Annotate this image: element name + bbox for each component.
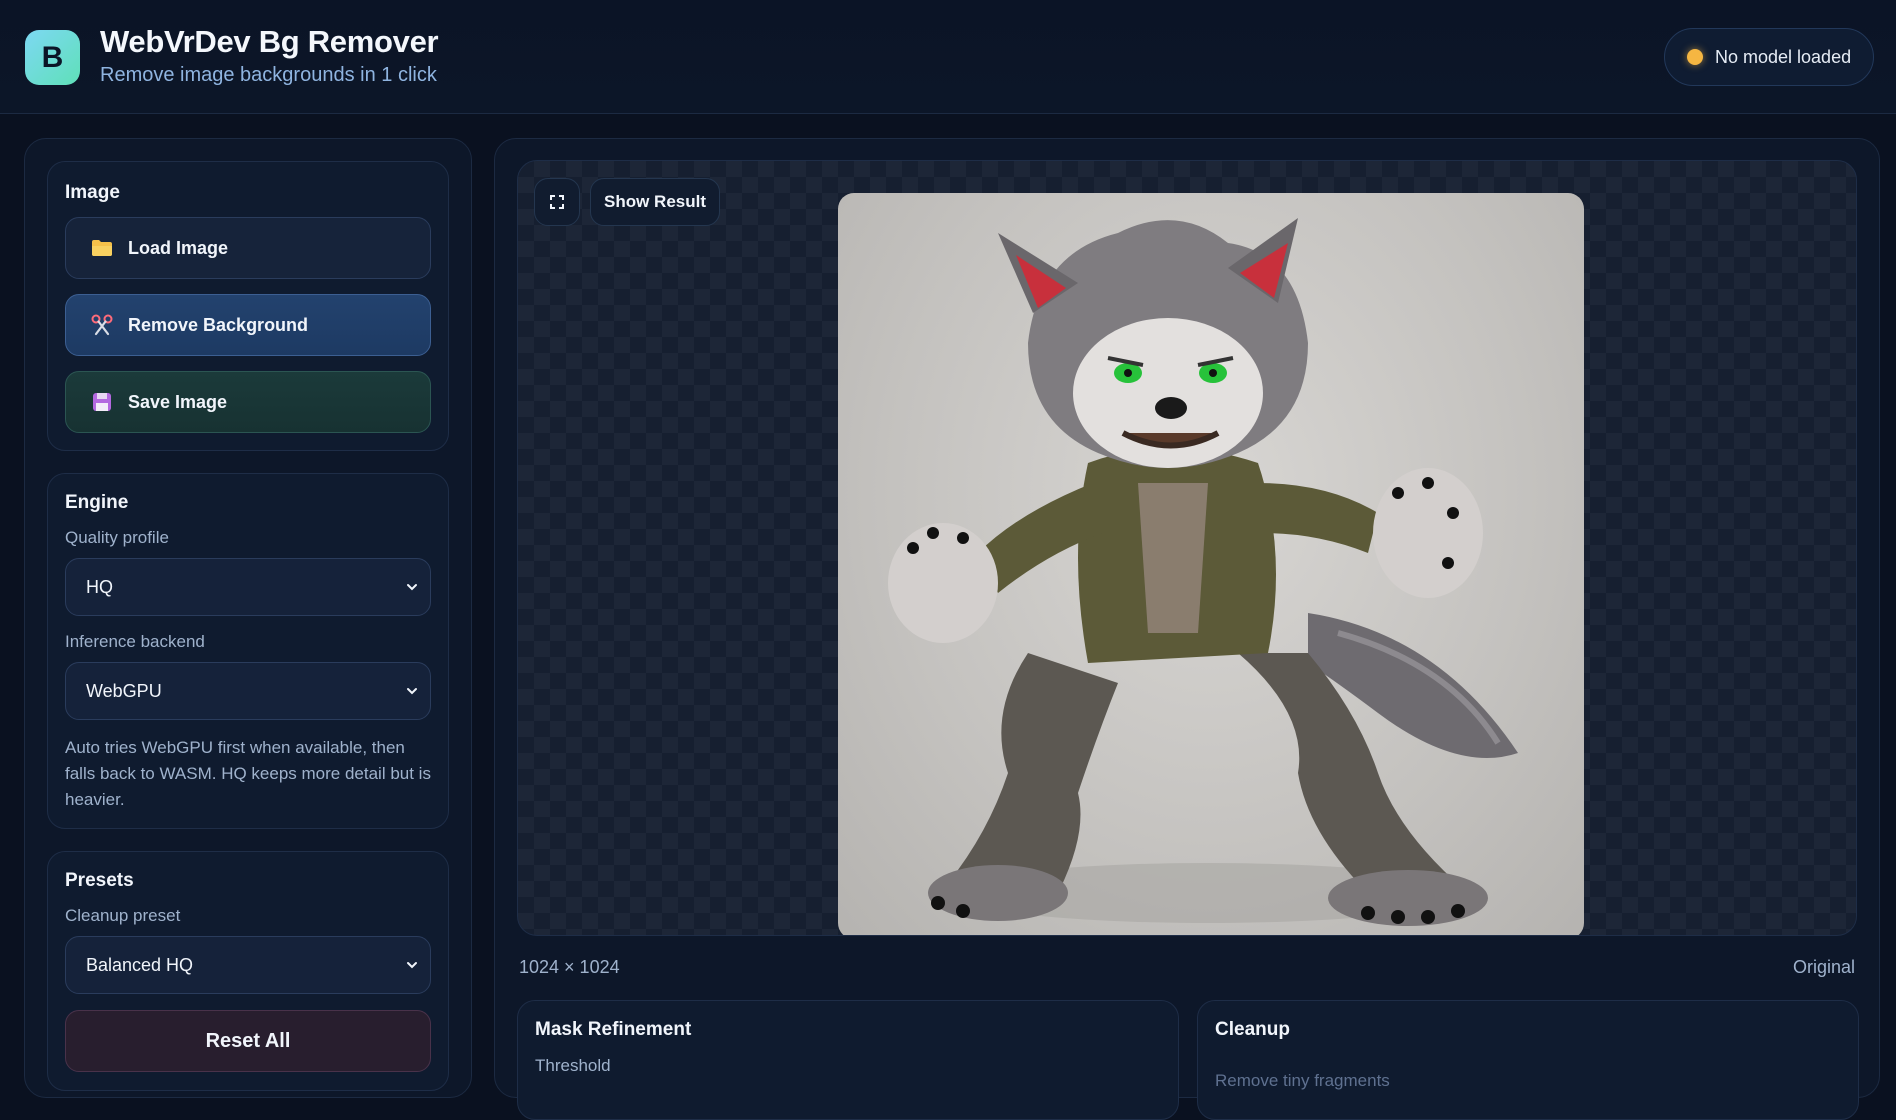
remove-fragments-label: Remove tiny fragments xyxy=(1215,1071,1390,1090)
view-mode-label: Original xyxy=(1792,957,1855,977)
app-title: WebVrDev Bg Remover xyxy=(100,24,439,59)
image-card-title: Image xyxy=(65,182,120,203)
cleanup-preset-select[interactable]: Balanced HQ xyxy=(65,936,431,994)
remove-background-label: Remove Background xyxy=(128,314,309,335)
load-image-button[interactable]: Load Image xyxy=(65,217,431,279)
image-dimensions: 1024 × 1024 xyxy=(519,957,620,977)
save-image-label: Save Image xyxy=(128,391,228,412)
folder-icon xyxy=(90,236,114,260)
load-image-label: Load Image xyxy=(128,237,229,258)
chevron-down-icon xyxy=(407,584,417,591)
werewolf-character-image xyxy=(838,193,1584,935)
show-result-button[interactable]: Show Result xyxy=(590,178,720,226)
fullscreen-icon xyxy=(550,195,564,209)
engine-help-text: Auto tries WebGPU first when available, … xyxy=(65,738,431,809)
chevron-down-icon xyxy=(407,962,417,969)
save-image-button[interactable]: Save Image xyxy=(65,371,431,433)
inference-backend-value: WebGPU xyxy=(86,680,162,701)
cleanup-panel: Cleanup Remove tiny fragments xyxy=(1197,1000,1859,1120)
mask-refinement-panel: Mask Refinement Threshold xyxy=(517,1000,1179,1120)
inference-backend-select[interactable]: WebGPU xyxy=(65,662,431,720)
app-subtitle: Remove image backgrounds in 1 click xyxy=(100,64,437,86)
scissors-icon xyxy=(90,313,114,337)
preview-canvas: Show Result xyxy=(517,160,1857,936)
chevron-down-icon xyxy=(407,688,417,695)
mask-refinement-title: Mask Refinement xyxy=(535,1019,692,1040)
quality-profile-label: Quality profile xyxy=(65,528,169,547)
image-card: Image Load Image Remove Background Save … xyxy=(47,161,449,451)
model-status-text: No model loaded xyxy=(1715,46,1852,67)
cleanup-preset-label: Cleanup preset xyxy=(65,906,181,925)
reset-all-button[interactable]: Reset All xyxy=(65,1010,431,1072)
quality-profile-value: HQ xyxy=(86,576,113,597)
remove-background-button[interactable]: Remove Background xyxy=(65,294,431,356)
engine-card: Engine Quality profile HQ Inference back… xyxy=(47,473,449,829)
presets-card-title: Presets xyxy=(65,870,134,891)
fullscreen-button[interactable] xyxy=(534,178,580,226)
quality-profile-select[interactable]: HQ xyxy=(65,558,431,616)
threshold-label: Threshold xyxy=(535,1056,611,1075)
inference-backend-label: Inference backend xyxy=(65,632,205,651)
engine-card-title: Engine xyxy=(65,492,129,513)
presets-card: Presets Cleanup preset Balanced HQ Reset… xyxy=(47,851,449,1091)
model-status-badge: No model loaded xyxy=(1664,28,1874,86)
floppy-disk-icon xyxy=(90,390,114,414)
main-panel: Show Result 1024 × 1024 Original Mask Re… xyxy=(494,138,1880,1120)
sidebar: Image Load Image Remove Background Save … xyxy=(24,138,472,1098)
cleanup-preset-value: Balanced HQ xyxy=(86,954,194,975)
app-logo: B xyxy=(25,30,80,85)
app-header: B WebVrDev Bg Remover Remove image backg… xyxy=(0,0,1896,114)
cleanup-title: Cleanup xyxy=(1215,1019,1290,1040)
status-dot-icon xyxy=(1687,49,1703,65)
